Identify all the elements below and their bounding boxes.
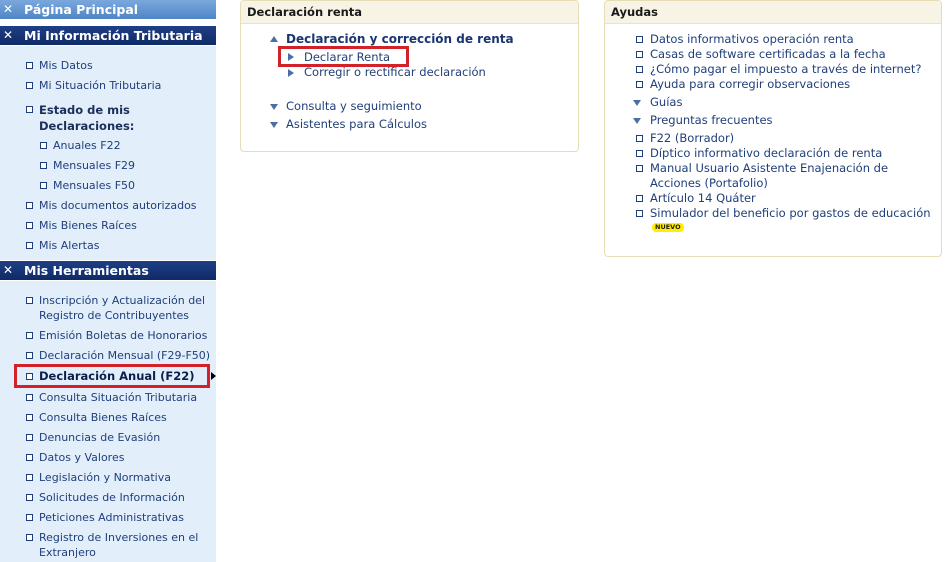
nuevo-badge: NUEVO: [652, 223, 684, 232]
bullet-icon: [26, 414, 33, 421]
declaracion-correccion-section[interactable]: Declaración y corrección de renta: [286, 32, 514, 47]
bullet-icon: [26, 297, 33, 304]
ayudas-title: Ayudas: [605, 1, 941, 24]
corregir-declaracion-link[interactable]: Corregir o rectificar declaración: [304, 65, 486, 80]
help-link-diptico[interactable]: Díptico informativo declaración de renta: [636, 146, 940, 161]
bullet-icon: [636, 150, 643, 157]
tools-section-header[interactable]: ✕ Mis Herramientas: [0, 261, 216, 280]
bullet-icon: [26, 106, 33, 113]
nav-peticiones-administrativas[interactable]: Peticiones Administrativas: [26, 510, 214, 525]
expand-down-icon[interactable]: [270, 122, 278, 128]
help-link-manual-usuario[interactable]: Manual Usuario Asistente Enajenación de …: [636, 161, 900, 191]
tools-section-title: Mis Herramientas: [24, 263, 149, 278]
help-link-articulo-14[interactable]: Artículo 14 Quáter: [636, 191, 940, 206]
expand-down-icon[interactable]: [633, 100, 641, 106]
nav-mis-bienes-raices[interactable]: Mis Bienes Raíces: [26, 218, 214, 233]
bullet-icon: [636, 51, 643, 58]
asistentes-calculos-section[interactable]: Asistentes para Cálculos: [286, 117, 427, 132]
nav-mis-documentos[interactable]: Mis documentos autorizados: [26, 198, 214, 213]
bullet-icon: [26, 534, 33, 541]
nav-registro-inversiones[interactable]: Registro de Inversiones en el Extranjero: [26, 530, 214, 560]
nav-solicitudes-informacion[interactable]: Solicitudes de Información: [26, 490, 214, 505]
bullet-icon: [636, 165, 643, 172]
help-link-simulador[interactable]: Simulador del beneficio por gastos de ed…: [636, 206, 940, 221]
nav-anuales-f22[interactable]: Anuales F22: [40, 138, 228, 153]
nav-mensuales-f29[interactable]: Mensuales F29: [40, 158, 228, 173]
bullet-icon: [40, 162, 47, 169]
help-link-f22-borrador[interactable]: F22 (Borrador): [636, 131, 940, 146]
bullet-icon: [636, 135, 643, 142]
bullet-icon: [26, 352, 33, 359]
preguntas-frecuentes-section[interactable]: Preguntas frecuentes: [650, 113, 773, 128]
play-right-icon: [288, 69, 294, 77]
consulta-seguimiento-section[interactable]: Consulta y seguimiento: [286, 99, 422, 114]
bullet-icon: [26, 242, 33, 249]
nav-declaracion-mensual[interactable]: Declaración Mensual (F29-F50): [26, 348, 214, 363]
help-link-corregir-observaciones[interactable]: Ayuda para corregir observaciones: [636, 77, 940, 92]
nav-mis-datos[interactable]: Mis Datos: [26, 58, 214, 73]
home-label: Página Principal: [24, 2, 139, 17]
help-link-datos-informativos[interactable]: Datos informativos operación renta: [636, 32, 940, 47]
help-link-casas-software[interactable]: Casas de software certificadas a la fech…: [636, 47, 940, 62]
bullet-icon: [26, 332, 33, 339]
bullet-icon: [26, 202, 33, 209]
bullet-icon: [26, 82, 33, 89]
ayudas-panel: Ayudas Datos informativos operación rent…: [604, 0, 942, 257]
nav-consulta-bienes-raices[interactable]: Consulta Bienes Raíces: [26, 410, 214, 425]
nav-mi-situacion-tributaria[interactable]: Mi Situación Tributaria: [26, 78, 214, 93]
nav-denuncias-evasion[interactable]: Denuncias de Evasión: [26, 430, 214, 445]
bullet-icon: [636, 195, 643, 202]
bullet-icon: [26, 394, 33, 401]
bullet-icon: [636, 36, 643, 43]
bullet-icon: [26, 514, 33, 521]
nav-mensuales-f50[interactable]: Mensuales F50: [40, 178, 228, 193]
help-link-como-pagar[interactable]: ¿Cómo pagar el impuesto a través de inte…: [636, 62, 940, 77]
sii-logo-icon: ✕: [3, 28, 14, 42]
sii-logo-icon: ✕: [3, 263, 14, 277]
info-section-title: Mi Información Tributaria: [24, 28, 203, 43]
bullet-icon: [26, 62, 33, 69]
highlight-declarar-renta: [278, 46, 409, 67]
bullet-icon: [636, 66, 643, 73]
declaracion-renta-panel: Declaración renta Declaración y correcci…: [240, 0, 579, 152]
bullet-icon: [26, 222, 33, 229]
info-section-header[interactable]: ✕ Mi Información Tributaria: [0, 26, 216, 45]
bullet-icon: [40, 182, 47, 189]
highlight-declaracion-anual: [14, 364, 210, 388]
bullet-icon: [26, 454, 33, 461]
sii-logo-icon: ✕: [3, 2, 14, 16]
bullet-icon: [636, 81, 643, 88]
nav-consulta-situacion[interactable]: Consulta Situación Tributaria: [26, 390, 214, 405]
estado-declaraciones-label: Estado de mis Declaraciones:: [39, 103, 135, 133]
bullet-icon: [26, 434, 33, 441]
bullet-icon: [26, 474, 33, 481]
nav-emision-boletas[interactable]: Emisión Boletas de Honorarios: [26, 328, 214, 343]
expand-down-icon[interactable]: [633, 118, 641, 124]
bullet-icon: [40, 142, 47, 149]
expand-down-icon[interactable]: [270, 104, 278, 110]
bullet-icon: [636, 210, 643, 217]
home-header[interactable]: ✕ Página Principal: [0, 0, 216, 19]
nav-legislacion-normativa[interactable]: Legislación y Normativa: [26, 470, 214, 485]
nav-mis-alertas[interactable]: Mis Alertas: [26, 238, 214, 253]
nav-inscripcion-actualizacion[interactable]: Inscripción y Actualización del Registro…: [26, 293, 214, 323]
caret-right-icon: [211, 372, 216, 380]
left-sidebar: ✕ Página Principal ✕ Mi Información Trib…: [0, 0, 217, 562]
bullet-icon: [26, 494, 33, 501]
guias-section[interactable]: Guías: [650, 95, 682, 110]
collapse-up-icon[interactable]: [270, 36, 278, 42]
nav-datos-valores[interactable]: Datos y Valores: [26, 450, 214, 465]
declaracion-renta-title: Declaración renta: [241, 1, 578, 24]
